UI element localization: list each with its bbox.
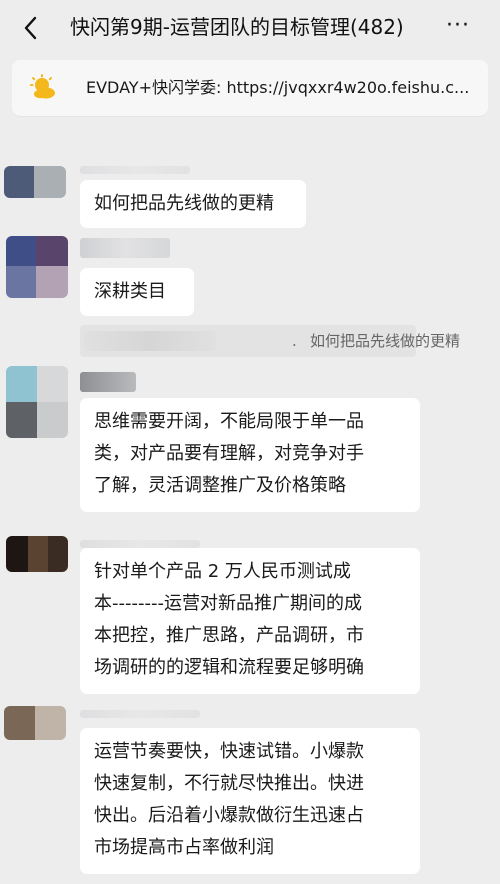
message-text: 市场提高市占率做利润	[94, 837, 274, 858]
message-text: 本--------运营对新品推广期间的成	[94, 593, 362, 614]
message-text: 思维需要开阔，不能局限于单一品	[94, 411, 364, 432]
avatar[interactable]	[6, 236, 68, 298]
quote-text: 如何把品先线做的更精	[310, 332, 461, 350]
message-text: 场调研的的逻辑和流程要足够明确	[94, 657, 364, 678]
message-text: 运营节奏要快，快速试错。小爆款	[94, 741, 364, 762]
chat-title: 快闪第9期-运营团队的目标管理(482)	[70, 15, 404, 39]
sender-name	[80, 710, 200, 718]
quoted-reply[interactable]: . 如何把品先线做的更精	[80, 325, 460, 357]
sender-name	[80, 166, 190, 174]
message-text: 快出。后沿着小爆款做衍生迅速占	[94, 805, 364, 826]
sender-name	[80, 372, 136, 392]
quote-separator: .	[292, 332, 297, 350]
pinned-text: EVDAY+快闪学委: https://jvqxxr4w20o.feishu.c…	[86, 78, 470, 97]
message-text: 本把控，推广思路，产品调研，市	[94, 625, 364, 646]
message-text: 快速复制，不行就尽快推出。快进	[94, 773, 364, 794]
top-bar: 快闪第9期-运营团队的目标管理(482) ···	[0, 0, 500, 56]
sun-cloud-icon	[30, 74, 58, 102]
message-text: 了解，灵活调整推广及价格策略	[94, 475, 346, 496]
avatar[interactable]	[4, 166, 66, 198]
message-bubble[interactable]: 深耕类目	[80, 268, 194, 316]
pinned-message[interactable]: EVDAY+快闪学委: https://jvqxxr4w20o.feishu.c…	[12, 60, 488, 116]
message-text: 针对单个产品 2 万人民币测试成	[94, 561, 351, 582]
sender-name	[80, 540, 200, 548]
quoted-sender	[84, 331, 216, 351]
message-bubble[interactable]: 如何把品先线做的更精	[80, 180, 306, 228]
message-text: 深耕类目	[94, 281, 166, 302]
avatar[interactable]	[6, 366, 68, 438]
message-bubble[interactable]: 思维需要开阔，不能局限于单一品 类，对产品要有理解，对竞争对手 了解，灵活调整推…	[80, 398, 420, 512]
message-bubble[interactable]: 针对单个产品 2 万人民币测试成 本--------运营对新品推广期间的成 本把…	[80, 548, 420, 694]
chevron-left-icon[interactable]	[18, 14, 46, 42]
avatar[interactable]	[4, 706, 66, 740]
sender-name	[80, 238, 170, 258]
more-options-icon[interactable]: ···	[446, 14, 486, 42]
message-text: 类，对产品要有理解，对竞争对手	[94, 443, 364, 464]
message-bubble[interactable]: 运营节奏要快，快速试错。小爆款 快速复制，不行就尽快推出。快进 快出。后沿着小爆…	[80, 728, 420, 874]
avatar[interactable]	[6, 536, 68, 572]
message-text: 如何把品先线做的更精	[94, 193, 274, 214]
